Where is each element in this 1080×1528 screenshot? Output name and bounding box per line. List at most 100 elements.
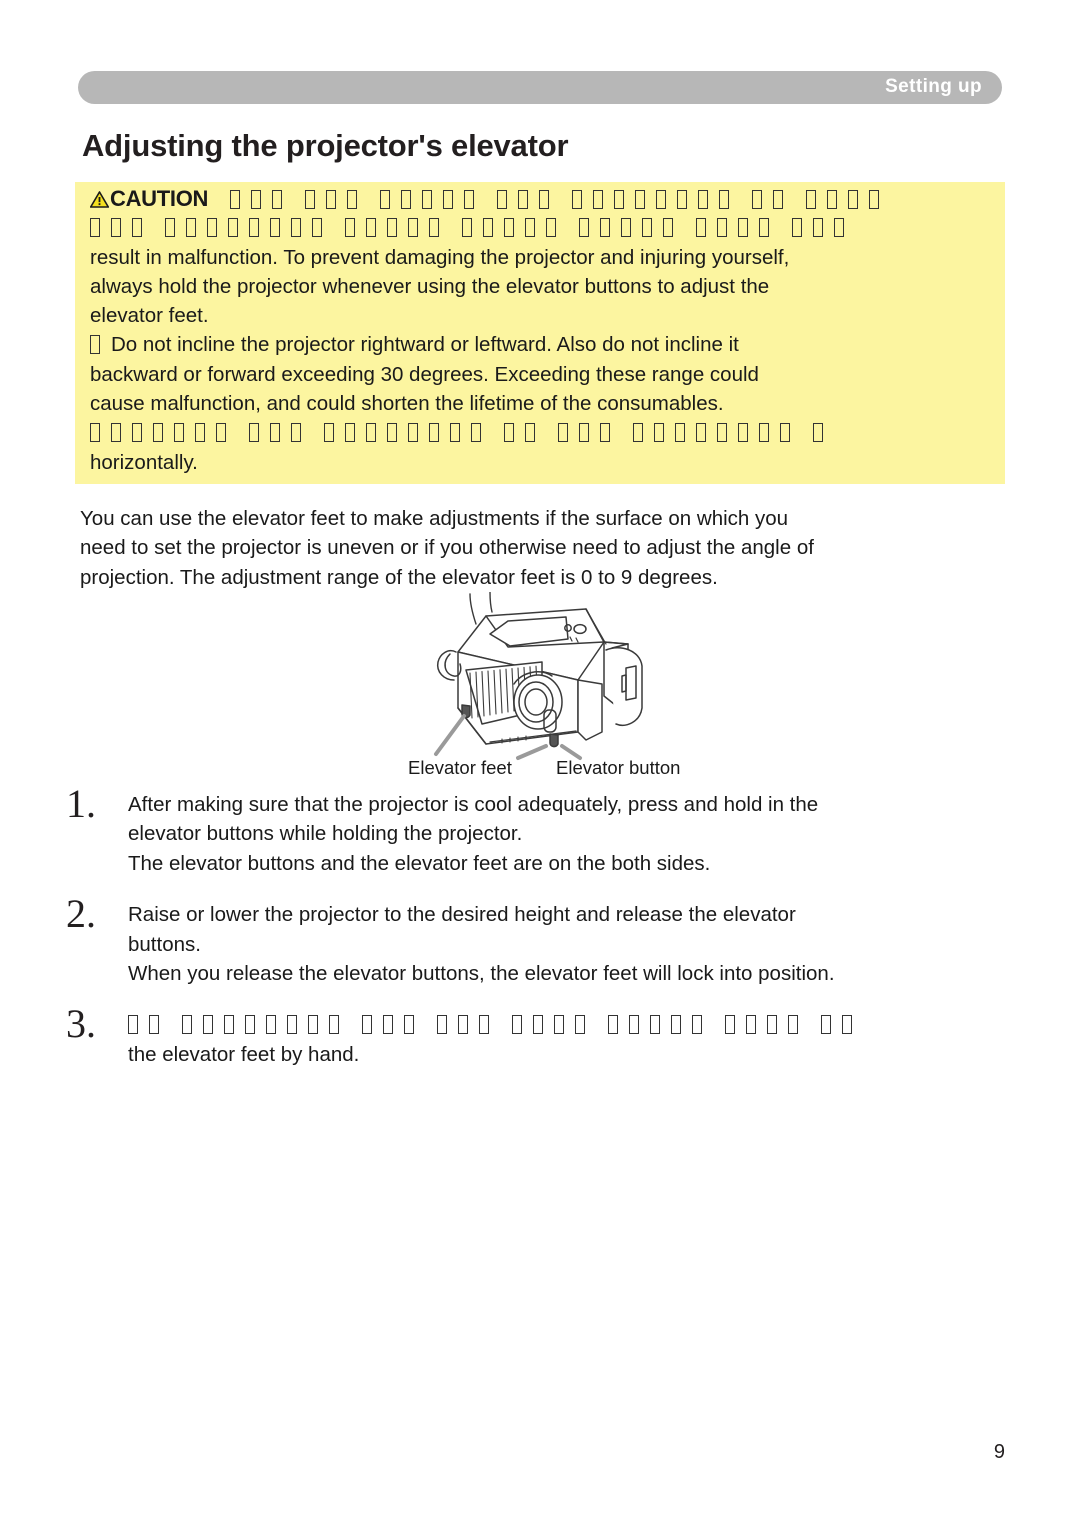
missing-glyph-box [429,423,439,443]
caution-box: CAUTION result in malfunction. To preven… [75,184,1080,477]
missing-glyph-box [554,1015,564,1035]
missing-glyph-box [635,190,646,209]
missing-glyph-box [827,190,838,209]
missing-glyph-box [746,1015,756,1035]
missing-glyph-box [287,1015,297,1035]
page-number: 9 [993,1441,1005,1463]
warning-triangle-icon [90,191,109,208]
caution-line: Do not incline the projector rightward o… [75,330,1080,359]
missing-glyph-box [717,423,727,443]
missing-glyph-box [600,218,610,238]
missing-glyph-box [650,1015,660,1035]
caution-line: backward or forward exceeding 30 degrees… [90,362,759,386]
missing-glyph-box [780,423,790,443]
intro-line: You can use the elevator feet to make ad… [80,507,789,530]
missing-glyph-box [186,218,196,238]
missing-glyph-box [717,218,727,238]
missing-glyph-box [663,218,673,238]
missing-glyph-box [813,423,823,443]
missing-glyph-box [869,190,880,209]
step-line: The elevator buttons and the elevator fe… [128,851,711,875]
missing-glyph-box [366,218,376,238]
missing-glyph-box [408,218,418,238]
step-item: 1. After making sure that the projector … [66,784,1080,878]
step-number: 3. [66,1001,96,1047]
missing-glyph-box [308,1015,318,1035]
missing-glyph-box [437,1015,447,1035]
step-line [128,1010,1080,1039]
missing-glyph-box [792,218,802,238]
missing-glyph-box [525,218,535,238]
missing-glyph-box [479,1015,489,1035]
missing-glyph-box [312,218,322,238]
missing-glyph-box [458,1015,468,1035]
steps-list: 1. After making sure that the projector … [66,784,1080,1091]
missing-glyph-box [752,190,763,209]
missing-glyph-box [203,1015,213,1035]
missing-glyph-box [272,190,283,209]
caution-heading: CAUTION [90,186,208,211]
tofu-run [230,188,890,211]
missing-glyph-box [182,1015,192,1035]
missing-glyph-box [464,190,475,209]
running-header-bar: Setting up [78,71,1002,104]
missing-glyph-box [471,423,481,443]
missing-glyph-box [725,1015,735,1035]
caution-line [75,213,1080,242]
missing-glyph-box [806,190,817,209]
missing-glyph-box [656,190,667,209]
missing-glyph-box [429,218,439,238]
missing-glyph-box [401,190,412,209]
step-text: the elevator feet by hand. [128,1010,1080,1069]
missing-glyph-box [533,1015,543,1035]
step-item: 3. the elevator feet by hand. [66,1004,1080,1069]
missing-glyph-box [579,218,589,238]
missing-glyph-box [266,1015,276,1035]
missing-glyph-box [462,218,472,238]
missing-glyph-box [848,190,859,209]
step-item: 2. Raise or lower the projector to the d… [66,894,1080,988]
missing-glyph-box [842,1015,852,1035]
missing-glyph-box [345,423,355,443]
step-line: Raise or lower the projector to the desi… [128,903,796,927]
missing-glyph-box [698,190,709,209]
missing-glyph-box [642,218,652,238]
missing-glyph-box [719,190,730,209]
missing-glyph-box [759,218,769,238]
missing-glyph-box [738,218,748,238]
missing-glyph-box [249,423,259,443]
missing-glyph-box [329,1015,339,1035]
missing-glyph-box [738,423,748,443]
missing-glyph-box [345,218,355,238]
missing-glyph-box [245,1015,255,1035]
missing-glyph-box [696,218,706,238]
missing-glyph-box [558,423,568,443]
missing-glyph-box [291,423,301,443]
missing-glyph-box [483,218,493,238]
missing-glyph-box [216,423,226,443]
missing-glyph-box [633,423,643,443]
step-line: buttons. [128,932,201,956]
missing-glyph-box [671,1015,681,1035]
caution-heading-label: CAUTION [110,186,209,211]
step-text: Raise or lower the projector to the desi… [128,900,1080,988]
missing-glyph-box [813,218,823,238]
missing-glyph-box [677,190,688,209]
section-label: Setting up [885,76,982,97]
missing-glyph-box [593,190,604,209]
caution-line: CAUTION [75,184,1080,213]
missing-glyph-box [366,423,376,443]
missing-glyph-box [251,190,262,209]
missing-glyph-box [834,218,844,238]
missing-glyph-box [614,190,625,209]
caution-line: horizontally. [90,450,198,474]
missing-glyph-box [224,1015,234,1035]
missing-glyph-box [608,1015,618,1035]
missing-glyph-box [821,1015,831,1035]
missing-glyph-box [149,1015,159,1035]
page-title: Adjusting the projector's elevator [82,128,569,163]
missing-glyph-box [692,1015,702,1035]
missing-glyph-box [443,190,454,209]
missing-glyph-box [788,1015,798,1035]
caution-line: elevator feet. [90,304,209,328]
